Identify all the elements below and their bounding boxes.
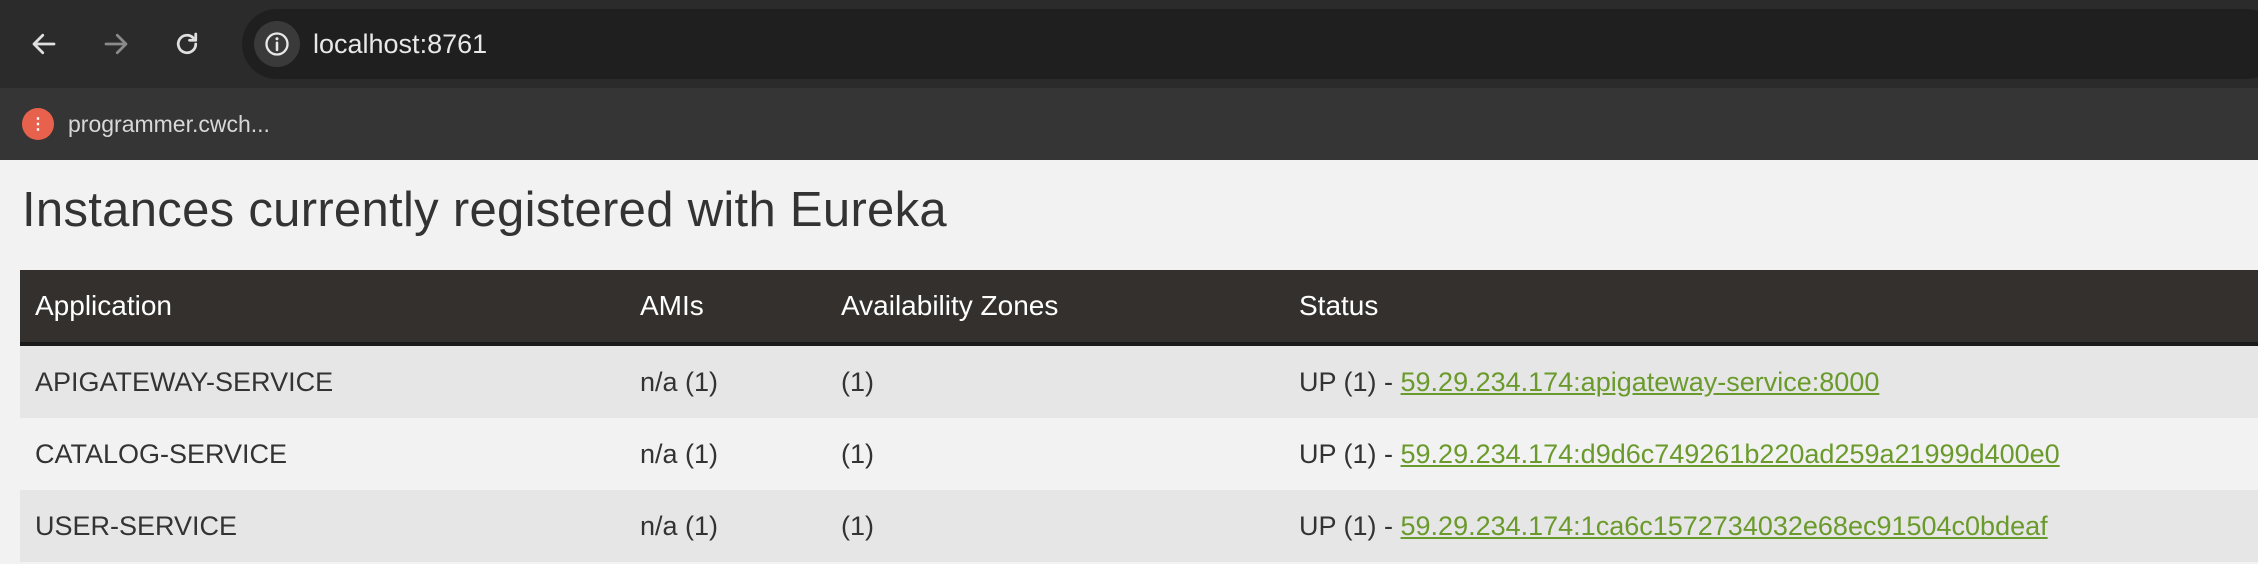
address-bar[interactable]: localhost:8761 — [242, 9, 2258, 79]
bookmarks-bar: ⋮ programmer.cwch... — [0, 88, 2258, 160]
instances-table: Application AMIs Availability Zones Stat… — [20, 270, 2258, 562]
zones-cell: (1) — [826, 344, 1284, 418]
status-cell: UP (1) - 59.29.234.174:1ca6c1572734032e6… — [1284, 490, 2258, 562]
status-text: UP (1) - — [1299, 510, 1401, 541]
table-header-row: Application AMIs Availability Zones Stat… — [20, 270, 2258, 346]
zones-cell: (1) — [826, 418, 1284, 490]
table-row: APIGATEWAY-SERVICE n/a (1) (1) UP (1) - … — [20, 344, 2258, 418]
instance-link[interactable]: 59.29.234.174:1ca6c1572734032e68ec91504c… — [1401, 511, 2048, 541]
amis-cell: n/a (1) — [625, 418, 826, 490]
page-title: Instances currently registered with Eure… — [22, 183, 947, 237]
instance-link[interactable]: 59.29.234.174:d9d6c749261b220ad259a21999… — [1401, 439, 2060, 469]
status-cell: UP (1) - 59.29.234.174:d9d6c749261b220ad… — [1284, 418, 2258, 490]
application-cell: USER-SERVICE — [20, 490, 625, 562]
browser-toolbar: localhost:8761 — [0, 0, 2258, 88]
url-text[interactable]: localhost:8761 — [313, 9, 487, 79]
column-header-amis: AMIs — [625, 270, 826, 346]
bookmark-item[interactable]: ⋮ programmer.cwch... — [22, 102, 270, 146]
column-header-application: Application — [20, 270, 625, 346]
column-header-availability-zones: Availability Zones — [826, 270, 1284, 346]
amis-cell: n/a (1) — [625, 490, 826, 562]
site-info-icon[interactable] — [254, 21, 300, 67]
instance-link[interactable]: 59.29.234.174:apigateway-service:8000 — [1401, 367, 1880, 397]
table-row: USER-SERVICE n/a (1) (1) UP (1) - 59.29.… — [20, 490, 2258, 562]
bookmark-favicon-icon: ⋮ — [22, 108, 54, 140]
column-header-status: Status — [1284, 270, 2258, 346]
application-cell: CATALOG-SERVICE — [20, 418, 625, 490]
reload-icon[interactable] — [165, 22, 209, 66]
bookmark-label: programmer.cwch... — [68, 110, 270, 137]
status-text: UP (1) - — [1299, 366, 1401, 397]
application-cell: APIGATEWAY-SERVICE — [20, 344, 625, 418]
table-row: CATALOG-SERVICE n/a (1) (1) UP (1) - 59.… — [20, 418, 2258, 490]
zones-cell: (1) — [826, 490, 1284, 562]
back-icon[interactable] — [22, 22, 66, 66]
page-content: Instances currently registered with Eure… — [0, 160, 2258, 564]
status-text: UP (1) - — [1299, 438, 1401, 469]
forward-icon[interactable] — [94, 22, 138, 66]
status-cell: UP (1) - 59.29.234.174:apigateway-servic… — [1284, 344, 2258, 418]
amis-cell: n/a (1) — [625, 344, 826, 418]
